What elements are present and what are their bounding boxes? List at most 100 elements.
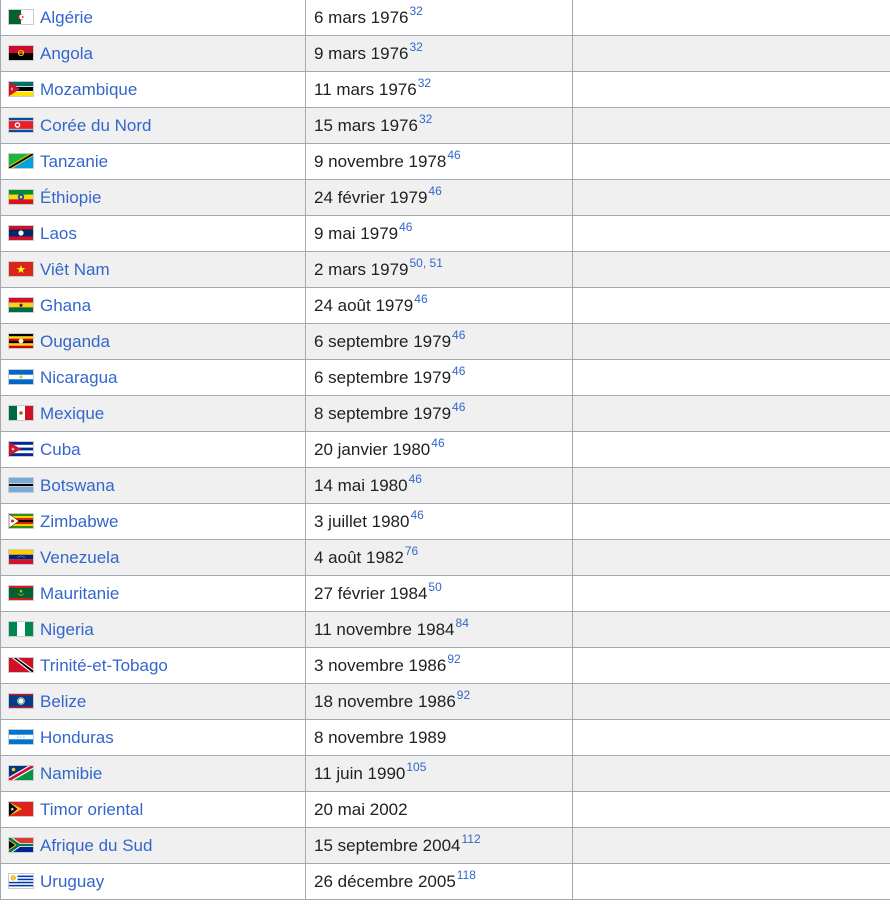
reference-link[interactable]: 84 [456, 616, 469, 630]
tanzania-flag-icon[interactable] [9, 154, 33, 169]
empty-cell [572, 179, 890, 216]
recognition-date: 11 mars 1976 [314, 79, 417, 99]
date-cell: 20 mai 2002 [305, 791, 573, 828]
east-timor-flag-icon[interactable] [9, 802, 33, 817]
north-korea-flag-icon[interactable] [9, 118, 33, 133]
country-link[interactable]: Nicaragua [40, 368, 118, 387]
reference-link[interactable]: 46 [409, 472, 422, 486]
venezuela-flag-icon[interactable] [9, 550, 33, 565]
country-link[interactable]: Éthiopie [40, 188, 101, 207]
trinidad-tobago-flag-icon[interactable] [9, 658, 33, 673]
table-row: Nicaragua 6 septembre 197946 [0, 359, 890, 396]
empty-cell [572, 107, 890, 144]
empty-cell [572, 251, 890, 288]
reference-link[interactable]: 46 [399, 220, 412, 234]
nicaragua-flag-icon[interactable] [9, 370, 33, 385]
mexico-flag-icon[interactable] [9, 406, 33, 421]
reference-link[interactable]: 46 [452, 328, 465, 342]
table-row: Zimbabwe 3 juillet 198046 [0, 503, 890, 540]
country-link[interactable]: Mauritanie [40, 584, 119, 603]
date-cell: 9 novembre 197846 [305, 143, 573, 180]
reference-link[interactable]: 76 [405, 544, 418, 558]
recognition-date: 15 mars 1976 [314, 115, 418, 135]
date-cell: 6 septembre 197946 [305, 323, 573, 360]
reference-link[interactable]: 92 [457, 688, 470, 702]
country-link[interactable]: Trinité-et-Tobago [40, 656, 168, 675]
reference-link[interactable]: 32 [410, 40, 423, 54]
nigeria-flag-icon[interactable] [9, 622, 33, 637]
algeria-flag-icon[interactable] [9, 10, 33, 25]
reference-link[interactable]: 32 [410, 4, 423, 18]
uganda-flag-icon[interactable] [9, 334, 33, 349]
country-cell: Mexique [0, 395, 306, 432]
recognition-date: 6 septembre 1979 [314, 367, 452, 387]
cuba-flag-icon[interactable] [9, 442, 33, 457]
recognition-table: Algérie 6 mars 197632 Angola 9 mars 197632 M… [0, 0, 890, 900]
country-link[interactable]: Timor oriental [40, 800, 143, 819]
country-link[interactable]: Algérie [40, 8, 93, 27]
belize-flag-icon[interactable] [9, 694, 33, 709]
date-cell: 9 mars 197632 [305, 35, 573, 72]
reference-link[interactable]: 46 [452, 364, 465, 378]
botswana-flag-icon[interactable] [9, 478, 33, 493]
reference-link[interactable]: 92 [447, 652, 460, 666]
country-link[interactable]: Zimbabwe [40, 512, 118, 531]
recognition-date: 6 mars 1976 [314, 7, 409, 27]
country-link[interactable]: Tanzanie [40, 152, 108, 171]
country-link[interactable]: Ghana [40, 296, 91, 315]
reference-link[interactable]: 105 [406, 760, 426, 774]
date-cell: 11 juin 1990105 [305, 755, 573, 792]
country-link[interactable]: Angola [40, 44, 93, 63]
country-link[interactable]: Ouganda [40, 332, 110, 351]
reference-link[interactable]: 32 [418, 76, 431, 90]
reference-link[interactable]: 46 [431, 436, 444, 450]
country-link[interactable]: Cuba [40, 440, 81, 459]
ghana-flag-icon[interactable] [9, 298, 33, 313]
reference-link[interactable]: 32 [419, 112, 432, 126]
country-link[interactable]: Mexique [40, 404, 104, 423]
laos-flag-icon[interactable] [9, 226, 33, 241]
reference-link[interactable]: 46 [414, 292, 427, 306]
country-link[interactable]: Botswana [40, 476, 115, 495]
table-row: Belize 18 novembre 198692 [0, 683, 890, 720]
honduras-flag-icon[interactable] [9, 730, 33, 745]
date-cell: 27 février 198450 [305, 575, 573, 612]
date-cell: 3 novembre 198692 [305, 647, 573, 684]
country-link[interactable]: Corée du Nord [40, 116, 152, 135]
reference-link[interactable]: 50 [428, 580, 441, 594]
vietnam-flag-icon[interactable] [9, 262, 33, 277]
country-link[interactable]: Uruguay [40, 872, 104, 891]
mozambique-flag-icon[interactable] [9, 82, 33, 97]
recognition-date: 27 février 1984 [314, 583, 428, 603]
recognition-date: 11 juin 1990 [314, 763, 406, 783]
table-body: Algérie 6 mars 197632 Angola 9 mars 197632 M… [0, 0, 890, 900]
south-africa-flag-icon[interactable] [9, 838, 33, 853]
country-link[interactable]: Mozambique [40, 80, 137, 99]
recognition-date: 6 septembre 1979 [314, 331, 452, 351]
country-link[interactable]: Afrique du Sud [40, 836, 152, 855]
reference-link[interactable]: 46 [452, 400, 465, 414]
reference-link[interactable]: 118 [457, 868, 476, 882]
country-cell: Mozambique [0, 71, 306, 108]
reference-link[interactable]: 50, 51 [410, 256, 443, 270]
mauritania-flag-icon[interactable] [9, 586, 33, 601]
ethiopia-flag-icon[interactable] [9, 190, 33, 205]
country-link[interactable]: Honduras [40, 728, 114, 747]
country-link[interactable]: Namibie [40, 764, 102, 783]
recognition-date: 8 novembre 1989 [314, 727, 447, 747]
reference-link[interactable]: 46 [428, 184, 441, 198]
reference-link[interactable]: 46 [410, 508, 423, 522]
reference-link[interactable]: 112 [462, 832, 481, 846]
country-link[interactable]: Viêt Nam [40, 260, 110, 279]
uruguay-flag-icon[interactable] [9, 874, 33, 889]
reference-link[interactable]: 46 [447, 148, 460, 162]
country-link[interactable]: Belize [40, 692, 86, 711]
zimbabwe-flag-icon[interactable] [9, 514, 33, 529]
table-row: Ouganda 6 septembre 197946 [0, 323, 890, 360]
angola-flag-icon[interactable] [9, 46, 33, 61]
country-link[interactable]: Venezuela [40, 548, 119, 567]
namibia-flag-icon[interactable] [9, 766, 33, 781]
date-cell: 24 février 197946 [305, 179, 573, 216]
country-link[interactable]: Nigeria [40, 620, 94, 639]
country-link[interactable]: Laos [40, 224, 77, 243]
